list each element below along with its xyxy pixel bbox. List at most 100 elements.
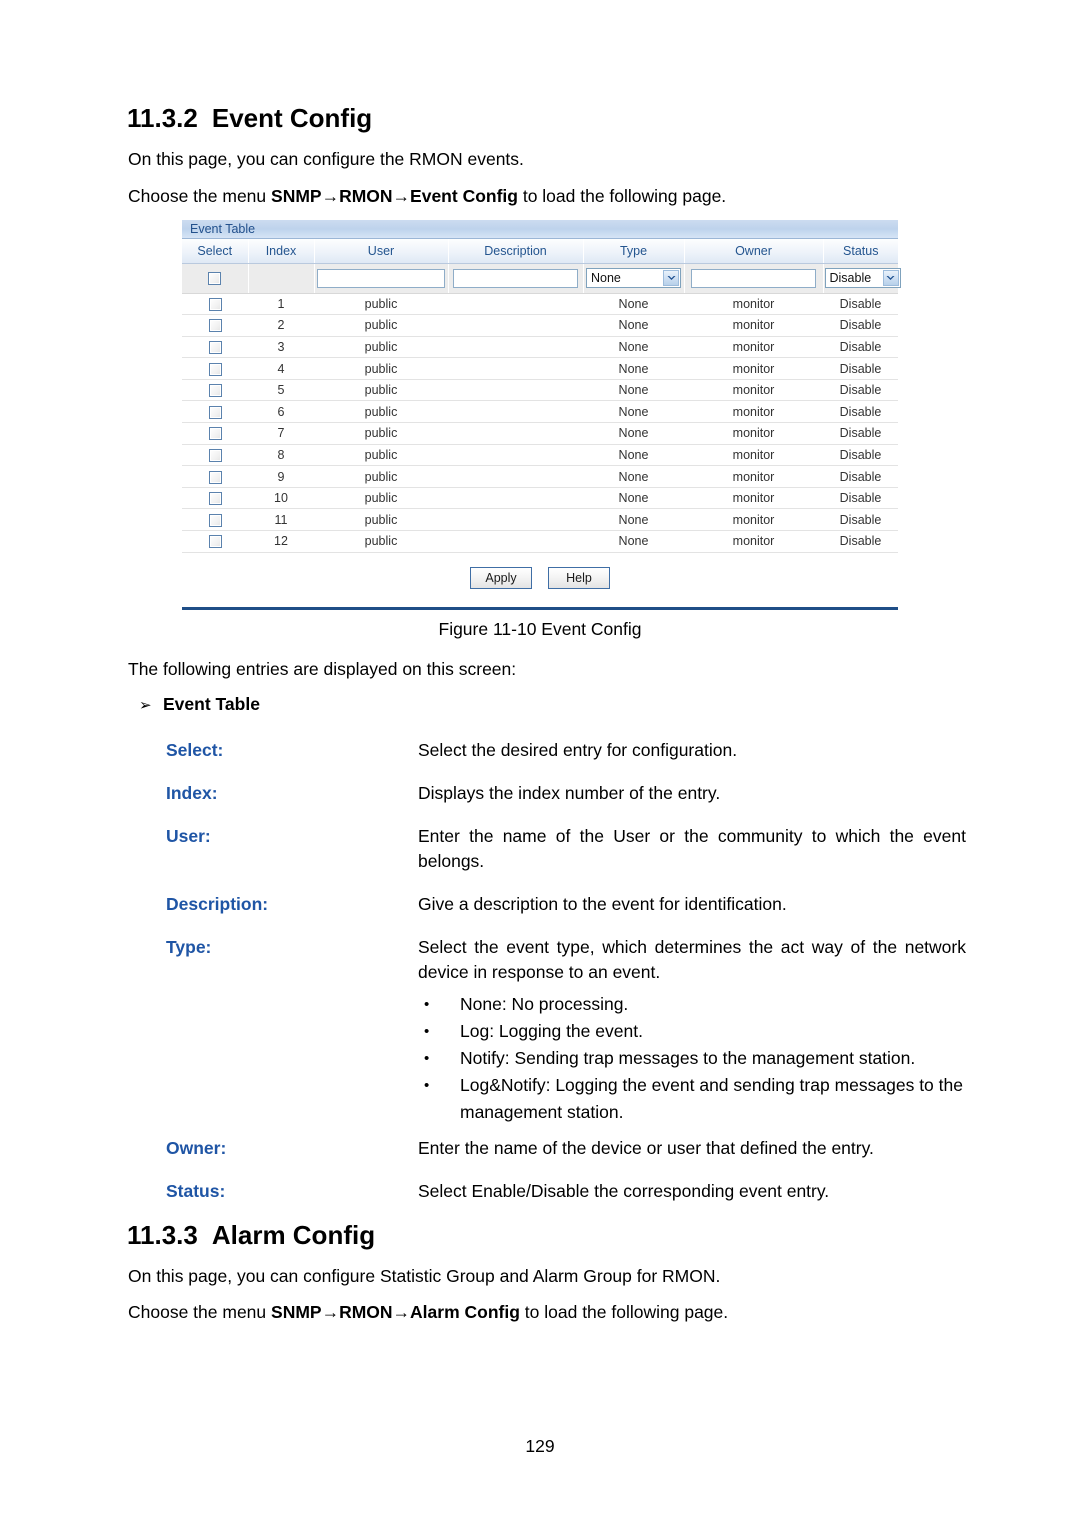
row-select-cell — [182, 530, 248, 553]
bullet-dot-icon: • — [424, 1023, 430, 1040]
row-select-checkbox[interactable] — [208, 297, 222, 311]
row-select-checkbox[interactable] — [208, 319, 222, 333]
row-description-cell — [448, 336, 583, 359]
row-owner-cell: monitor — [684, 293, 823, 316]
row-type-cell: None — [583, 465, 684, 488]
event-table-body: None Disable 1 public None monitor Disab… — [182, 263, 901, 553]
row-user-cell: public — [314, 314, 448, 337]
bullet-dot-icon: • — [424, 1077, 430, 1094]
definition-description: Select the event type, which determines … — [418, 937, 966, 982]
row-owner-cell: monitor — [684, 357, 823, 380]
description-input[interactable] — [453, 268, 578, 288]
row-select-checkbox[interactable] — [208, 449, 222, 463]
row-select-checkbox[interactable] — [208, 513, 222, 527]
menu-arrow-1: → — [321, 186, 340, 206]
row-index-cell: 10 — [248, 487, 314, 510]
list-item-text: None: No processing. — [460, 994, 629, 1014]
row-description-cell — [448, 487, 583, 510]
help-button[interactable]: Help — [548, 566, 610, 589]
menu-path-snmp: SNMP — [271, 186, 322, 206]
menu-path-event-config: Event Config — [410, 186, 518, 206]
row-select-checkbox[interactable] — [208, 535, 222, 549]
menu-path-rmon: RMON — [339, 186, 393, 206]
definition-row: Select: Select the desired entry for conf… — [166, 738, 966, 763]
select-all-checkbox[interactable] — [208, 272, 222, 286]
row-description-cell — [448, 444, 583, 467]
definition-description: Enter the name of the User or the commun… — [418, 826, 966, 871]
row-select-cell — [182, 314, 248, 337]
row-select-checkbox[interactable] — [208, 384, 222, 398]
row-type-cell: None — [583, 400, 684, 424]
row-status-cell: Disable — [823, 530, 898, 553]
definition-list: Select: Select the desired entry for conf… — [166, 738, 966, 1222]
list-item: • Log&Notify: Logging the event and sendi… — [418, 1072, 966, 1126]
row-description-cell — [448, 314, 583, 337]
table-row: 1 public None monitor Disable — [182, 293, 898, 316]
row-user-cell: public — [314, 293, 448, 316]
row-owner-cell: monitor — [684, 314, 823, 337]
row-type-cell: None — [583, 379, 684, 402]
row-user-cell: public — [314, 422, 448, 445]
table-row: 10 public None monitor Disable — [182, 487, 898, 510]
row-owner-cell: monitor — [684, 530, 823, 553]
row-select-cell — [182, 400, 248, 424]
bullet-dot-icon: • — [424, 1050, 430, 1067]
list-item-text: Log&Notify: Logging the event and sendin… — [460, 1075, 963, 1122]
row-select-checkbox[interactable] — [208, 470, 222, 484]
row-index-cell: 12 — [248, 530, 314, 553]
definition-term: User: — [166, 826, 211, 846]
row-status-cell: Disable — [823, 336, 898, 359]
row-select-cell — [182, 293, 248, 316]
row-type-cell: None — [583, 487, 684, 510]
row-index-cell: 4 — [248, 357, 314, 380]
event-table-panel: Event Table Select Index User Descriptio… — [182, 220, 901, 610]
definition-term: Select: — [166, 740, 224, 760]
event-table-header-row: Select Index User Description Type Owner… — [182, 239, 898, 264]
list-item-text: Log: Logging the event. — [460, 1021, 643, 1041]
row-index-cell: 8 — [248, 444, 314, 467]
definition-term: Index: — [166, 783, 218, 803]
user-input[interactable] — [317, 268, 445, 288]
row-select-checkbox[interactable] — [208, 405, 222, 419]
list-item: • Log: Logging the event. — [418, 1018, 966, 1045]
owner-input[interactable] — [691, 268, 816, 288]
row-description-cell — [448, 379, 583, 402]
event-table: Select Index User Description Type Owner… — [182, 239, 901, 553]
menu-suffix-text: to load the following page. — [517, 186, 727, 206]
row-type-cell: None — [583, 444, 684, 467]
event-table-panel-title: Event Table — [182, 220, 898, 239]
definition-row: Description: Give a description to the ev… — [166, 892, 966, 917]
table-row: 11 public None monitor Disable — [182, 508, 898, 532]
row-status-cell: Disable — [823, 444, 898, 467]
column-header-select: Select — [182, 239, 249, 264]
alarm-menu-path-snmp: SNMP — [271, 1302, 322, 1322]
row-select-checkbox[interactable] — [208, 492, 222, 506]
alarm-menu-suffix-text: to load the following page. — [519, 1302, 729, 1322]
edit-row-select-cell — [182, 263, 249, 294]
row-select-cell — [182, 487, 248, 510]
status-select[interactable]: Disable — [824, 268, 901, 288]
row-status-cell: Disable — [823, 422, 898, 445]
row-select-checkbox[interactable] — [208, 341, 222, 355]
heading-alarm-config-title: Alarm Config — [211, 1220, 376, 1250]
edit-row-description-cell — [448, 263, 584, 294]
row-user-cell: public — [314, 336, 448, 359]
row-type-cell: None — [583, 336, 684, 359]
apply-button[interactable]: Apply — [470, 566, 532, 589]
definition-description: Give a description to the event for iden… — [418, 894, 787, 914]
event-intro-paragraph: On this page, you can configure the RMON… — [128, 149, 524, 169]
table-row: 6 public None monitor Disable — [182, 400, 898, 424]
row-status-cell: Disable — [823, 379, 898, 402]
alarm-menu-path-paragraph: Choose the menu SNMP→RMON→Alarm Config t… — [128, 1301, 728, 1323]
column-header-status: Status — [823, 239, 898, 264]
row-index-cell: 11 — [248, 508, 314, 532]
row-owner-cell: monitor — [684, 508, 823, 532]
row-type-cell: None — [583, 357, 684, 380]
list-item: • None: No processing. — [418, 991, 966, 1018]
row-select-cell — [182, 465, 248, 488]
row-select-checkbox[interactable] — [208, 362, 222, 376]
edit-row-owner-cell — [684, 263, 824, 294]
row-select-checkbox[interactable] — [208, 427, 222, 441]
type-select[interactable]: None — [586, 268, 681, 288]
row-select-cell — [182, 357, 248, 380]
